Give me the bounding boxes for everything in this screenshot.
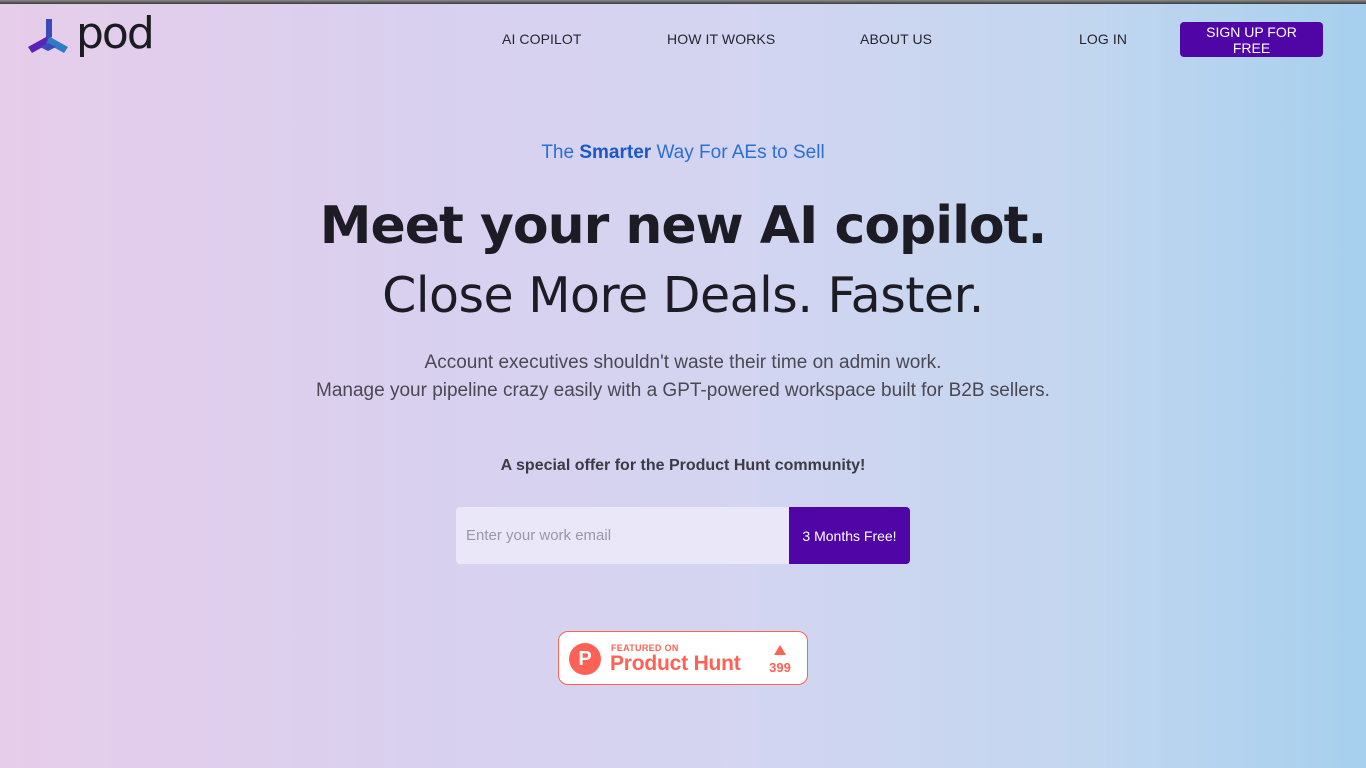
product-hunt-letter: P (578, 648, 592, 670)
hero-headline: Meet your new AI copilot. (319, 196, 1048, 256)
product-hunt-logo-icon: P (569, 643, 601, 675)
tagline-highlight: Smarter (579, 142, 652, 163)
product-hunt-badge[interactable]: P FEATURED ON Product Hunt 399 (558, 631, 808, 685)
brand-name: pod (76, 8, 155, 59)
email-input[interactable] (456, 507, 790, 564)
hero-subheadline: Close More Deals. Faster. (382, 267, 984, 324)
tagline-suffix: Way For AEs to Sell (651, 142, 825, 163)
three-months-free-button[interactable]: 3 Months Free! (789, 507, 910, 564)
brand-logo[interactable]: pod (26, 8, 155, 62)
nav-link-about-us[interactable]: ABOUT US (860, 31, 932, 47)
upvote-arrow-icon (774, 645, 786, 655)
tagline-prefix: The (541, 142, 580, 163)
signup-button[interactable]: SIGN UP FOR FREE (1180, 22, 1323, 57)
product-hunt-name: Product Hunt (610, 652, 741, 675)
special-offer-text: A special offer for the Product Hunt com… (500, 457, 866, 474)
nav-link-how-it-works[interactable]: HOW IT WORKS (667, 31, 775, 47)
top-border (0, 0, 1366, 4)
pod-logo-icon (28, 19, 68, 53)
hero-tagline: The Smarter Way For AEs to Sell (0, 142, 1366, 164)
hero-description-line-1: Account executives shouldn't waste their… (424, 352, 942, 373)
hero-description-line-2: Manage your pipeline crazy easily with a… (316, 380, 1050, 401)
upvote-count: 399 (769, 660, 791, 675)
nav-link-ai-copilot[interactable]: AI COPILOT (502, 31, 582, 47)
login-link[interactable]: LOG IN (1079, 31, 1127, 47)
